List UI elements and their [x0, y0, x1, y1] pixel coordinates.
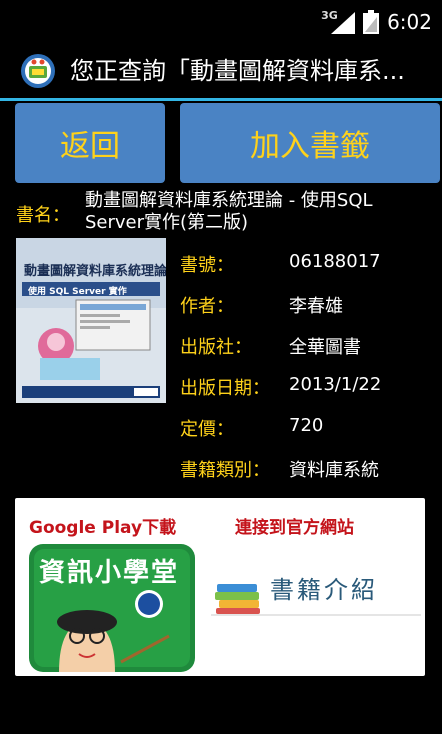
back-button[interactable]: 返回	[15, 103, 165, 183]
field-value-author: 李春雄	[289, 296, 343, 317]
field-value-isbn: 06188017	[289, 251, 381, 272]
app-download-icon[interactable]: 資訊小學堂	[29, 544, 195, 672]
field-label-isbn: 書號：	[180, 255, 234, 276]
field-value-category: 資料庫系統	[289, 460, 379, 481]
field-value-price: 720	[289, 415, 324, 436]
field-value-publish-date: 2013/1/22	[289, 374, 382, 395]
book-cover-image: 動畫圖解資料庫系統理論 使用 SQL Server 實作	[16, 238, 166, 403]
official-site-link[interactable]: 連接到官方網站	[235, 513, 354, 538]
field-label-author: 作者：	[180, 296, 234, 317]
field-label-publisher: 出版社：	[180, 337, 252, 358]
status-bar: 3G 6:02	[0, 0, 442, 44]
battery-icon	[363, 10, 380, 34]
field-value-publisher: 全華圖書	[289, 337, 361, 358]
clock: 6:02	[387, 10, 432, 34]
field-label-price: 定價：	[180, 419, 234, 440]
page-title: 您正查詢「動畫圖解資料庫系...	[70, 57, 405, 85]
app-logo-icon[interactable]	[20, 53, 56, 89]
field-label-category: 書籍類別：	[180, 460, 270, 481]
app-icon-text: 資訊小學堂	[39, 558, 180, 588]
cover-title-text: 動畫圖解資料庫系統理論	[24, 264, 166, 279]
action-bar: 您正查詢「動畫圖解資料庫系...	[0, 44, 442, 101]
add-bookmark-button[interactable]: 加入書籤	[180, 103, 440, 183]
google-play-link[interactable]: Google Play下載	[29, 513, 176, 538]
book-intro-link[interactable]: 書籍介紹	[270, 570, 378, 605]
title-label: 書名：	[16, 205, 70, 226]
cover-subtitle-text: 使用 SQL Server 實作	[28, 287, 127, 297]
book-title: 動畫圖解資料庫系統理論 - 使用SQL Server實作(第二版)	[85, 190, 373, 233]
field-label-publish-date: 出版日期：	[180, 378, 270, 399]
signal-icon: 3G	[321, 10, 356, 34]
